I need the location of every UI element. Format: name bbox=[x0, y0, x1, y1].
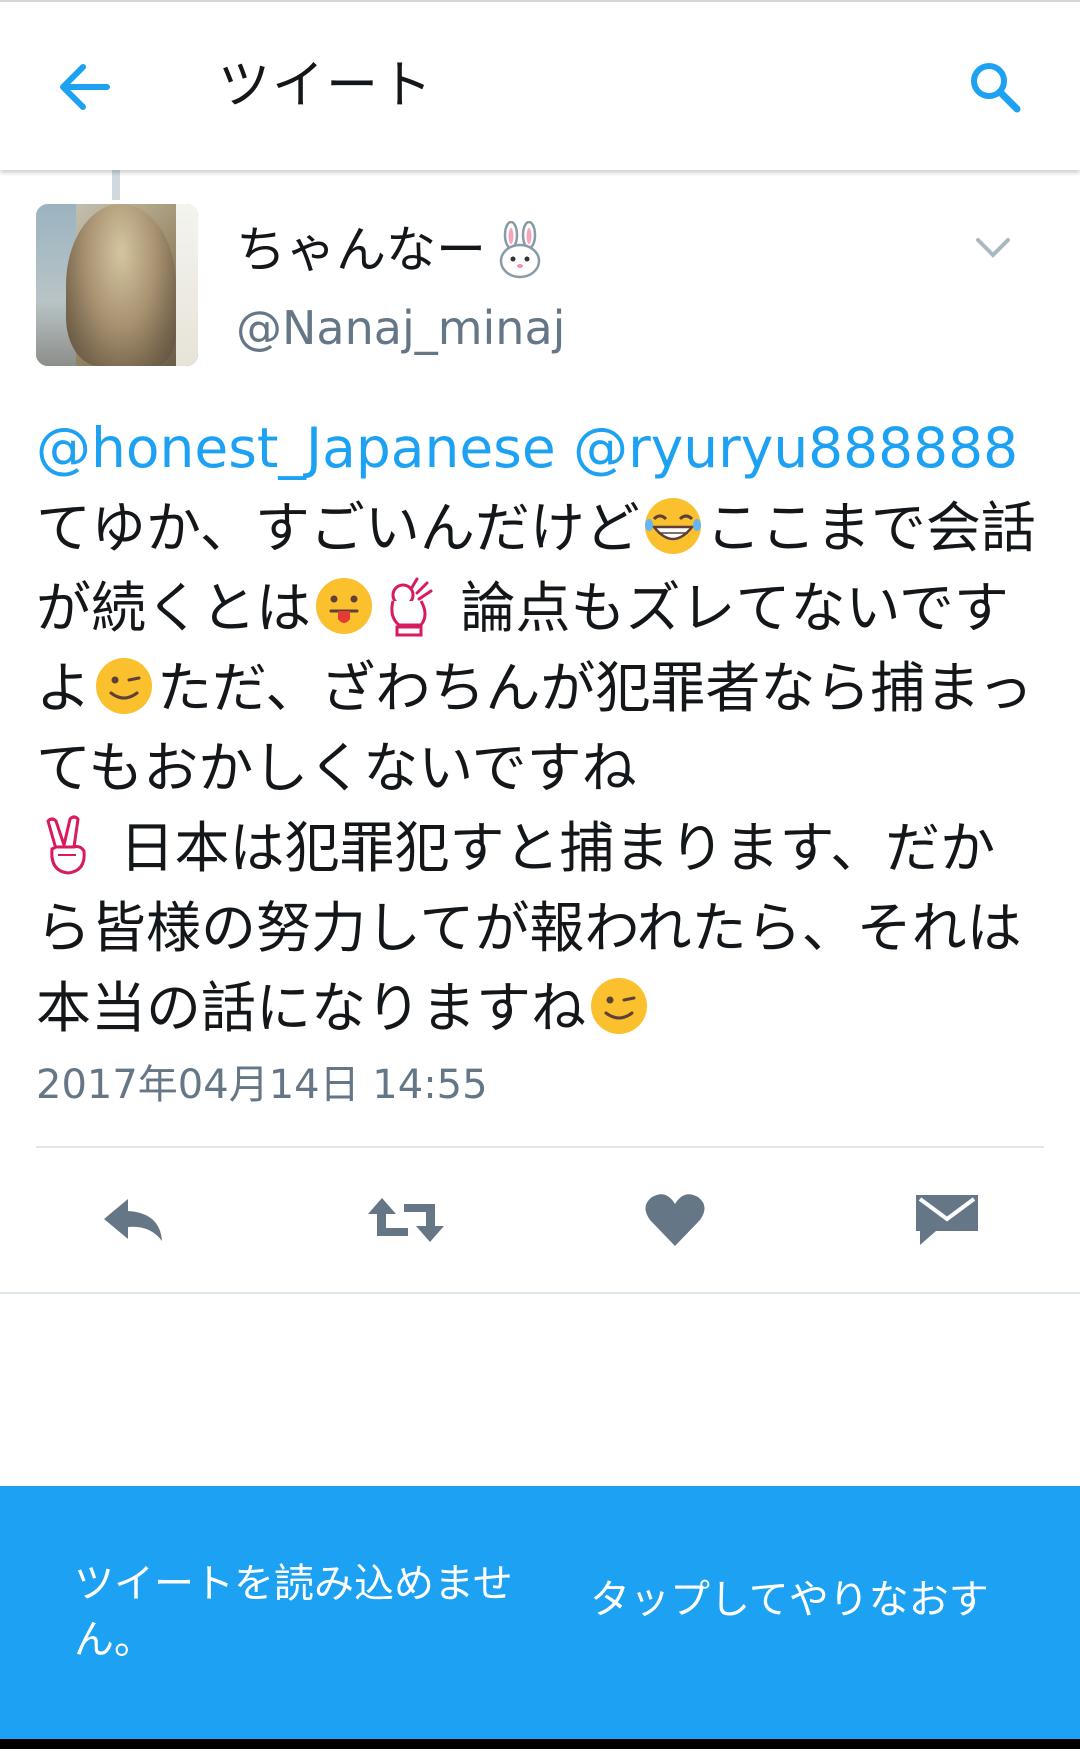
search-icon bbox=[971, 63, 1021, 113]
app-header: ツイート bbox=[0, 0, 1080, 170]
author-display-name[interactable]: ちゃんなー bbox=[236, 218, 546, 282]
retry-button[interactable]: タップしてやりなおす bbox=[590, 1572, 989, 1628]
like-button[interactable] bbox=[620, 1178, 730, 1262]
back-button[interactable] bbox=[40, 47, 130, 127]
chevron-down-icon bbox=[976, 238, 1010, 258]
laughing-face-emoji bbox=[644, 498, 701, 554]
direct-message-icon bbox=[916, 1195, 978, 1245]
retweet-icon bbox=[368, 1198, 444, 1242]
author-handle[interactable]: @Nanaj_minaj bbox=[236, 298, 565, 358]
avatar[interactable] bbox=[36, 204, 198, 366]
reply-icon bbox=[104, 1199, 162, 1241]
arrow-left-icon bbox=[60, 64, 110, 110]
tweet-text-segment: ただ、ざわちんが犯罪者なら捕まってもおかしくないですね bbox=[36, 656, 1034, 800]
search-button[interactable] bbox=[955, 47, 1035, 127]
victory-hand-emoji bbox=[46, 815, 86, 875]
mention-link[interactable]: @ryuryu888888 bbox=[573, 416, 1018, 480]
tweet-timestamp: 2017年04月14日 14:55 bbox=[36, 1062, 488, 1108]
system-nav-edge bbox=[0, 1739, 1080, 1749]
tweet-text-segment: てゆか、すごいんだけど bbox=[36, 496, 640, 560]
load-error-banner[interactable]: ツイートを読み込めません。 タップしてやりなおす bbox=[0, 1486, 1080, 1739]
heart-icon bbox=[645, 1194, 705, 1246]
page-title: ツイート bbox=[218, 56, 435, 116]
tweet-text: @honest_Japanese @ryuryu888888 てゆか、すごいんだ… bbox=[36, 408, 1046, 1048]
winking-face-emoji bbox=[96, 658, 153, 714]
divider bbox=[0, 1292, 1080, 1294]
direct-message-button[interactable] bbox=[892, 1178, 1002, 1262]
tweet-options-button[interactable] bbox=[970, 228, 1016, 268]
retweet-button[interactable] bbox=[351, 1178, 461, 1262]
rabbit-face-emoji bbox=[494, 221, 546, 279]
thread-connector-line bbox=[112, 170, 120, 200]
error-message: ツイートを読み込めません。 bbox=[74, 1561, 513, 1663]
display-name-text: ちゃんなー bbox=[236, 221, 486, 279]
ok-hand-emoji bbox=[390, 577, 433, 637]
tweet-actions-bar bbox=[36, 1148, 1044, 1292]
mention-link[interactable]: @honest_Japanese bbox=[36, 416, 556, 480]
winking-face-emoji bbox=[591, 978, 648, 1034]
reply-button[interactable] bbox=[80, 1178, 190, 1262]
tongue-face-emoji bbox=[316, 578, 373, 634]
tweet-text-segment: 日本は犯罪犯すと捕まります、だから皆様の努力してが報われたら、それは本当の話にな… bbox=[36, 816, 1022, 1040]
